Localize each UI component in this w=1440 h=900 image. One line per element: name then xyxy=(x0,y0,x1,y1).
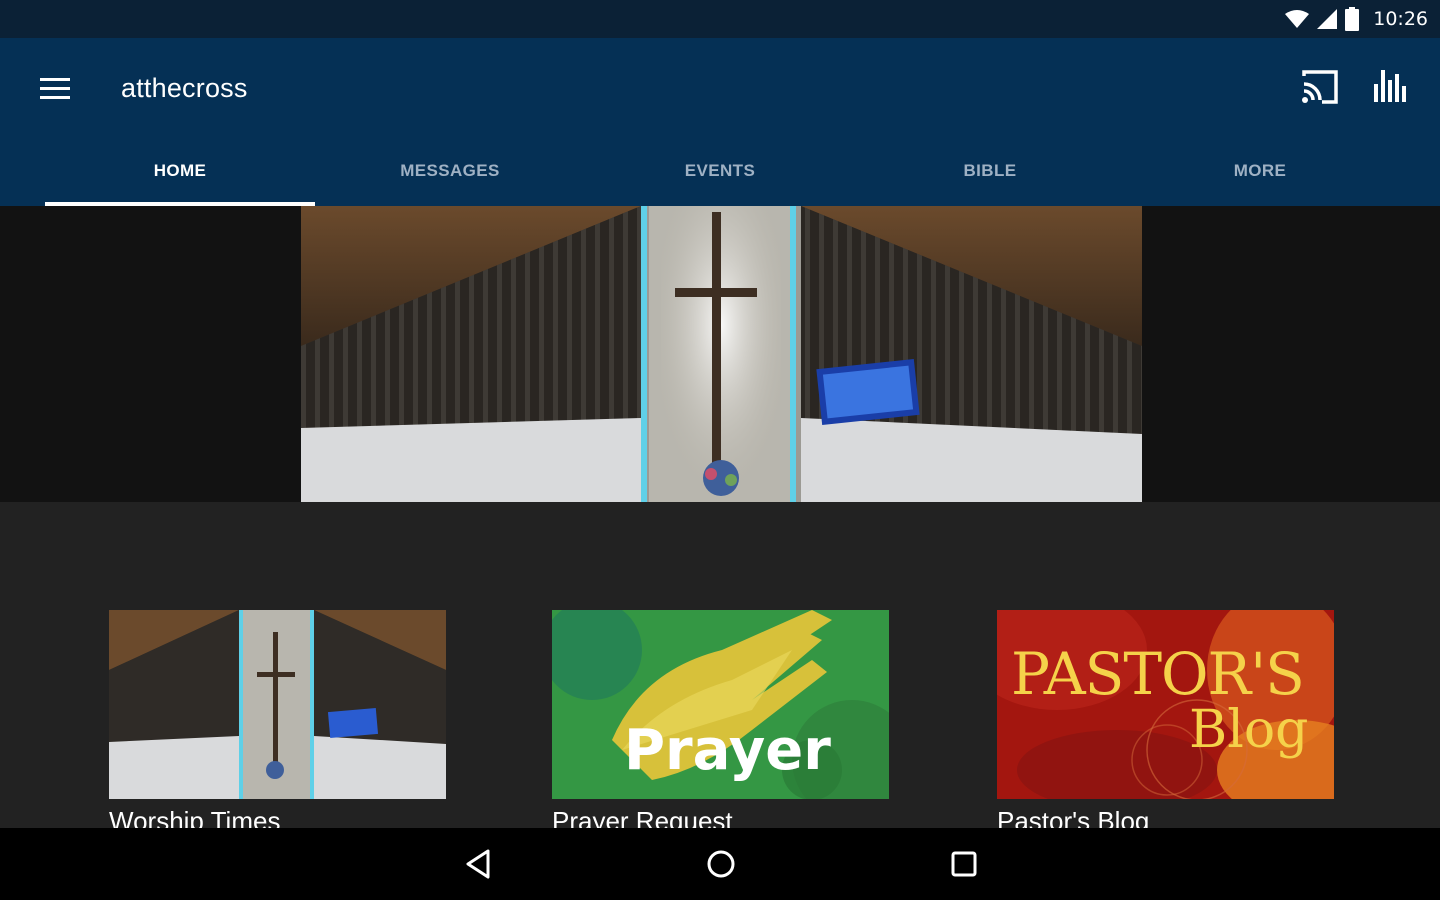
blog-image-text: Blog xyxy=(1189,700,1309,760)
recents-icon xyxy=(951,851,977,877)
prayer-image-text: Prayer xyxy=(624,718,831,783)
pastors-image-text: PASTOR'S xyxy=(1011,640,1305,708)
home-icon xyxy=(707,850,735,878)
tab-more[interactable]: MORE xyxy=(1125,146,1395,206)
worship-times-image xyxy=(109,610,446,799)
back-button[interactable] xyxy=(456,842,500,886)
app-bar: atthecross HOME MESSAGES EVENTS BIBLE MO… xyxy=(0,38,1440,206)
recents-button[interactable] xyxy=(942,842,986,886)
hero-band xyxy=(0,206,1440,502)
sanctuary-cross-image xyxy=(301,206,1142,502)
menu-icon xyxy=(40,78,70,99)
status-icons: 10:26 xyxy=(1285,6,1428,32)
cell-signal-icon xyxy=(1317,9,1338,29)
cast-icon xyxy=(1302,70,1338,104)
card-worship-times[interactable]: Worship Times xyxy=(109,610,446,836)
status-bar: 10:26 xyxy=(0,0,1440,38)
tab-bible[interactable]: BIBLE xyxy=(855,146,1125,206)
back-icon xyxy=(466,849,490,879)
menu-button[interactable] xyxy=(36,72,76,106)
stats-icon xyxy=(1374,70,1406,102)
tab-bar: HOME MESSAGES EVENTS BIBLE MORE xyxy=(45,146,1395,206)
card-pastors-blog[interactable]: PASTOR'S Blog Pastor's Blog xyxy=(997,610,1334,836)
tab-bible-label: BIBLE xyxy=(963,161,1017,180)
tab-events-label: EVENTS xyxy=(684,161,756,180)
pastors-blog-image: PASTOR'S Blog xyxy=(997,610,1334,799)
card-prayer-request[interactable]: Prayer Prayer Request xyxy=(552,610,889,836)
tab-home[interactable]: HOME xyxy=(45,146,315,206)
tab-events[interactable]: EVENTS xyxy=(585,146,855,206)
tab-messages-label: MESSAGES xyxy=(400,161,500,180)
status-time: 10:26 xyxy=(1373,8,1428,30)
cast-button[interactable] xyxy=(1300,70,1342,108)
worship-thumbnail xyxy=(109,610,446,799)
home-button[interactable] xyxy=(699,842,743,886)
prayer-request-image: Prayer xyxy=(552,610,889,799)
tab-messages[interactable]: MESSAGES xyxy=(315,146,585,206)
app-title: atthecross xyxy=(121,73,248,103)
battery-icon xyxy=(1345,7,1360,31)
hero-image xyxy=(301,206,1142,502)
system-nav-bar xyxy=(0,828,1440,900)
stats-button[interactable] xyxy=(1372,68,1414,108)
tab-more-label: MORE xyxy=(1233,161,1287,180)
tab-home-label: HOME xyxy=(153,161,207,180)
wifi-icon xyxy=(1285,10,1310,28)
